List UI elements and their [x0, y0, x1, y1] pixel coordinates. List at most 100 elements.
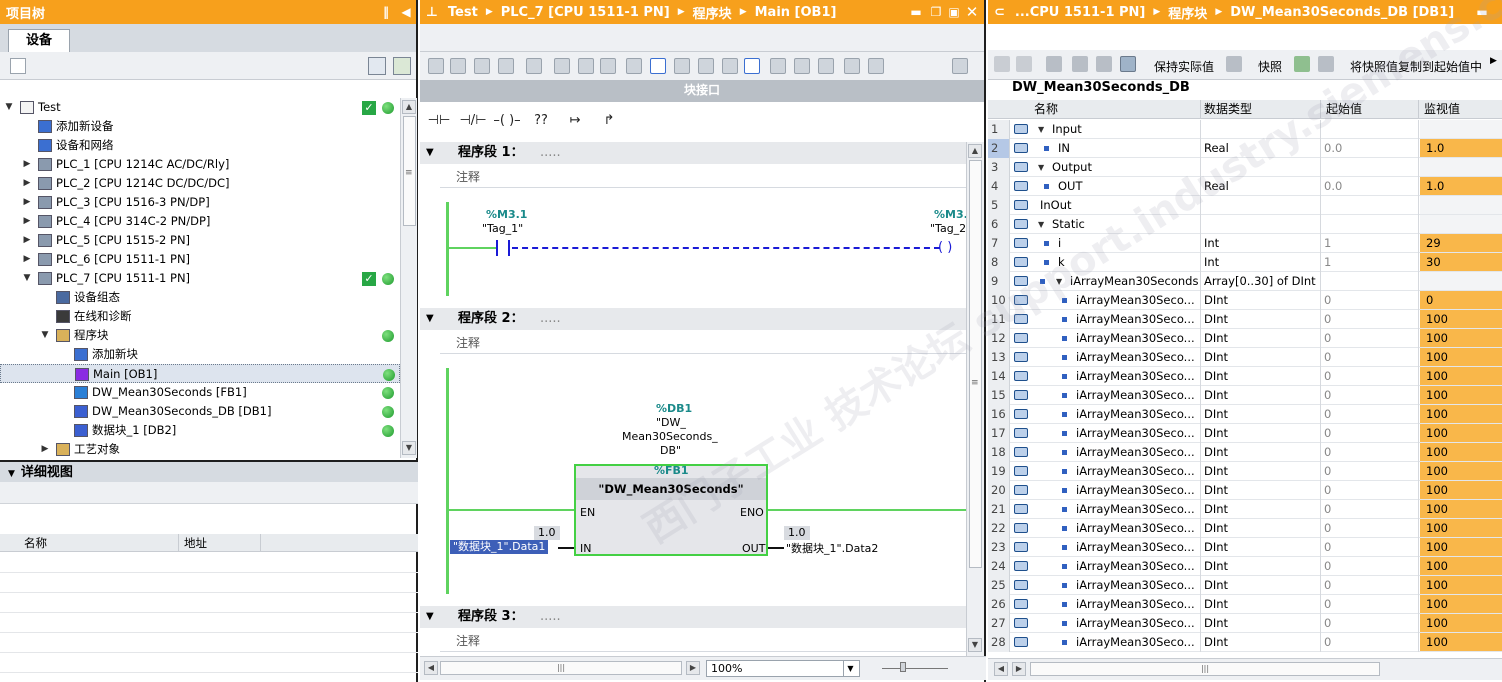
network-3-comment[interactable]: 注释: [440, 630, 966, 652]
member-name[interactable]: iArrayMean30Seco...: [1076, 557, 1198, 576]
member-datatype[interactable]: DInt: [1204, 386, 1320, 405]
member-datatype[interactable]: DInt: [1204, 291, 1320, 310]
row-number[interactable]: 16: [988, 405, 1010, 424]
member-name[interactable]: k: [1058, 253, 1198, 272]
col-start-value[interactable]: 起始值: [1326, 100, 1362, 119]
db-row[interactable]: 27 iArrayMean30Seco... DInt 0 100: [988, 614, 1502, 633]
member-name[interactable]: Output: [1052, 158, 1198, 177]
member-start-value[interactable]: 0: [1324, 424, 1418, 443]
instance-db-name[interactable]: Mean30Seconds_: [622, 430, 718, 443]
tab-devices[interactable]: 设备: [8, 29, 70, 52]
chevron-down-icon[interactable]: ▼: [1038, 215, 1044, 234]
scroll-left-icon[interactable]: ◀: [994, 662, 1008, 676]
member-name[interactable]: iArrayMean30Seco...: [1076, 462, 1198, 481]
close-branch-button[interactable]: ↱: [594, 108, 624, 134]
member-datatype[interactable]: DInt: [1204, 481, 1320, 500]
db-row[interactable]: 12 iArrayMean30Seco... DInt 0 100: [988, 329, 1502, 348]
monitor-icon[interactable]: [1120, 56, 1136, 72]
copy-values-icon[interactable]: [1318, 56, 1334, 72]
member-start-value[interactable]: 0: [1324, 367, 1418, 386]
status-icon[interactable]: [722, 58, 738, 74]
tree-item[interactable]: ▼ 程序块: [0, 326, 400, 345]
close-all-icon[interactable]: [578, 58, 594, 74]
db-row[interactable]: 24 iArrayMean30Seco... DInt 0 100: [988, 557, 1502, 576]
chevron-down-icon[interactable]: ▼: [4, 98, 14, 117]
db-row[interactable]: 20 iArrayMean30Seco... DInt 0 100: [988, 481, 1502, 500]
member-datatype[interactable]: DInt: [1204, 595, 1320, 614]
member-datatype[interactable]: DInt: [1204, 538, 1320, 557]
scroll-right-icon[interactable]: ▶: [686, 661, 700, 675]
comments-icon[interactable]: [626, 58, 642, 74]
member-start-value[interactable]: 0: [1324, 462, 1418, 481]
row-number[interactable]: 3: [988, 158, 1010, 177]
row-number[interactable]: 15: [988, 386, 1010, 405]
collapse-detail-icon[interactable]: ▼: [8, 469, 15, 479]
abs-symbol-icon[interactable]: [600, 58, 616, 74]
network-1-comment[interactable]: 注释: [440, 166, 966, 188]
member-start-value[interactable]: 0: [1324, 614, 1418, 633]
breadcrumb-item[interactable]: 程序块: [693, 3, 732, 22]
member-start-value[interactable]: 0: [1324, 329, 1418, 348]
tree-item[interactable]: ▶ PLC_6 [CPU 1511-1 PN]: [0, 250, 400, 269]
member-start-value[interactable]: 0: [1324, 576, 1418, 595]
member-name[interactable]: InOut: [1040, 196, 1198, 215]
pin-icon[interactable]: ‖: [378, 4, 394, 20]
row-number[interactable]: 2: [988, 139, 1010, 158]
member-name[interactable]: iArrayMean30Seco...: [1076, 519, 1198, 538]
member-start-value[interactable]: 0.0: [1324, 177, 1418, 196]
insert-network-icon[interactable]: [428, 58, 444, 74]
member-start-value[interactable]: 0: [1324, 595, 1418, 614]
db-row[interactable]: 23 iArrayMean30Seco... DInt 0 100: [988, 538, 1502, 557]
member-name[interactable]: iArrayMean30Seco...: [1076, 424, 1198, 443]
row-number[interactable]: 25: [988, 576, 1010, 595]
member-start-value[interactable]: 0: [1324, 481, 1418, 500]
db-row[interactable]: 6 ▼ Static: [988, 215, 1502, 234]
col-address[interactable]: 地址: [184, 534, 207, 552]
tree-item[interactable]: ▶ 工艺对象: [0, 440, 400, 458]
row-number[interactable]: 17: [988, 424, 1010, 443]
member-datatype[interactable]: DInt: [1204, 576, 1320, 595]
member-datatype[interactable]: Real: [1204, 177, 1320, 196]
scroll-up-icon[interactable]: ▲: [402, 100, 416, 114]
row-number[interactable]: 5: [988, 196, 1010, 215]
member-name[interactable]: iArrayMean30Seco...: [1076, 386, 1198, 405]
row-number[interactable]: 12: [988, 329, 1010, 348]
member-name[interactable]: iArrayMean30Seco...: [1076, 329, 1198, 348]
tree-item[interactable]: ▶ PLC_5 [CPU 1515-2 PN]: [0, 231, 400, 250]
member-name[interactable]: iArrayMean30Seco...: [1076, 500, 1198, 519]
db-row[interactable]: 2 IN Real 0.0 1.0: [988, 139, 1502, 158]
db-row[interactable]: 7 i Int 1 29: [988, 234, 1502, 253]
instance-db-address[interactable]: %DB1: [656, 402, 692, 415]
db-row[interactable]: 15 iArrayMean30Seco... DInt 0 100: [988, 386, 1502, 405]
tree-item[interactable]: 添加新块: [0, 345, 400, 364]
row-number[interactable]: 18: [988, 443, 1010, 462]
row-number[interactable]: 1: [988, 120, 1010, 139]
settings-icon[interactable]: [1096, 56, 1112, 72]
member-start-value[interactable]: 0: [1324, 386, 1418, 405]
keep-actual-values-button[interactable]: 保持实际值: [1154, 58, 1214, 75]
tree-item[interactable]: 在线和诊断: [0, 307, 400, 326]
row-number[interactable]: 10: [988, 291, 1010, 310]
db-row[interactable]: 26 iArrayMean30Seco... DInt 0 100: [988, 595, 1502, 614]
overview-icon[interactable]: [393, 57, 411, 75]
open-branch-button[interactable]: ↦: [560, 108, 590, 134]
pin-editor-icon[interactable]: ⊥: [426, 5, 438, 20]
db-row[interactable]: 16 iArrayMean30Seco... DInt 0 100: [988, 405, 1502, 424]
float-icon[interactable]: ▣: [946, 4, 962, 20]
db-row[interactable]: 21 iArrayMean30Seco... DInt 0 100: [988, 500, 1502, 519]
zoom-select[interactable]: 100% ▼: [706, 660, 860, 677]
normally-open-contact-button[interactable]: ⊣⊢: [424, 108, 454, 134]
member-name[interactable]: iArrayMean30Seco...: [1076, 443, 1198, 462]
new-item-icon[interactable]: [10, 58, 26, 74]
more-icon[interactable]: [868, 58, 884, 74]
minimize-icon[interactable]: ▬: [1474, 4, 1490, 20]
load-start-values-icon[interactable]: [1294, 56, 1310, 72]
db-row[interactable]: 22 iArrayMean30Seco... DInt 0 100: [988, 519, 1502, 538]
collapse-network-icon[interactable]: ▼: [426, 142, 434, 164]
coil-address[interactable]: %M3.0: [934, 208, 966, 221]
chevron-down-icon[interactable]: ▼: [22, 269, 32, 288]
member-datatype[interactable]: DInt: [1204, 557, 1320, 576]
instance-db-name[interactable]: DB": [660, 444, 681, 457]
download-icon[interactable]: [818, 58, 834, 74]
member-start-value[interactable]: 0: [1324, 633, 1418, 652]
